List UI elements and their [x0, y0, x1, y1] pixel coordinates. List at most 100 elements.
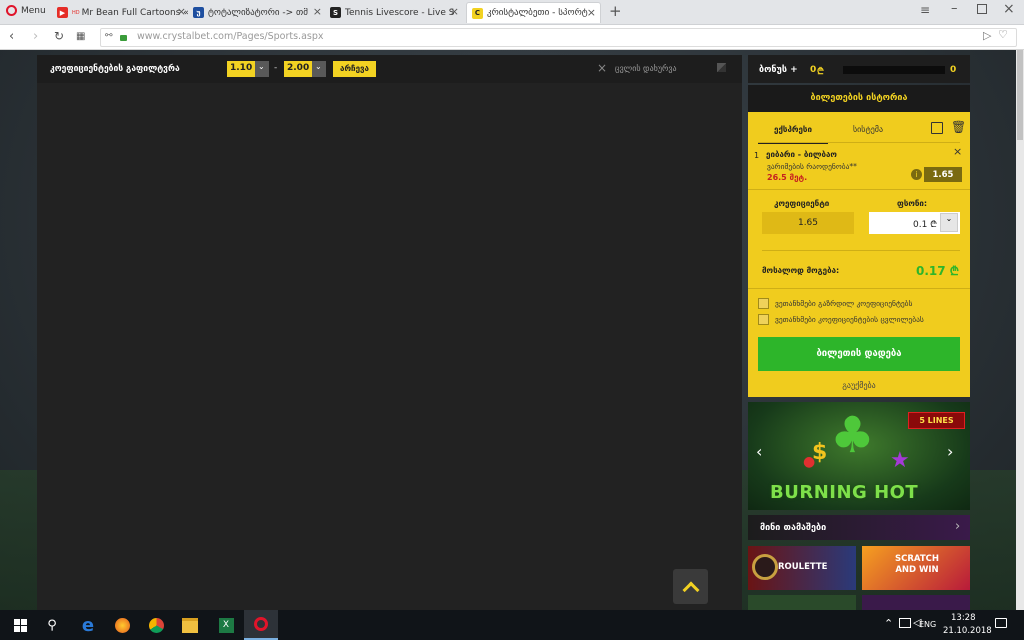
max-odds-select[interactable]: 2.00 ⌄ — [284, 61, 326, 77]
edge-icon[interactable]: e — [78, 615, 98, 636]
reload-icon[interactable]: ↻ — [54, 29, 64, 43]
minimize-icon[interactable]: – — [951, 1, 958, 16]
stake-input[interactable]: 0.1 ₾ ⌄ — [869, 212, 960, 234]
chevron-down-icon: ⌄ — [258, 62, 265, 71]
info-icon[interactable]: i — [911, 169, 922, 180]
tab-system-label: სისტემა — [852, 125, 884, 134]
remove-bet-icon[interactable]: × — [953, 145, 962, 158]
back-icon[interactable]: ‹ — [9, 29, 14, 44]
youtube-icon: ▶ — [57, 7, 68, 18]
opera-icon — [254, 617, 268, 631]
min-odds-value: 1.10 — [230, 63, 253, 73]
excel-icon[interactable]: X — [216, 615, 236, 635]
tray-chevron-icon[interactable]: ⌃ — [884, 617, 893, 630]
clear-filter-label[interactable]: ცვლის დახურვა — [615, 64, 677, 73]
tab-crystalbet-active[interactable]: C კრისტალბეთი - სპორტ × — [466, 2, 601, 23]
chevron-down-icon[interactable]: ⌄ — [940, 213, 958, 232]
checkbox-box[interactable] — [758, 314, 769, 325]
forward-icon[interactable]: › — [33, 29, 38, 44]
page-scrollbar[interactable] — [1016, 50, 1024, 610]
stake-label: ფსონი: — [897, 199, 928, 208]
tab-menu-icon[interactable]: ≡ — [920, 3, 930, 17]
coefficient-value: 1.65 — [797, 218, 819, 228]
chevron-up-icon — [682, 581, 699, 598]
roulette-tile[interactable]: ROULETTE — [748, 546, 856, 590]
tab-title: Tennis Livescore - Live Sco — [345, 7, 455, 18]
new-tab-button[interactable]: + — [609, 2, 622, 20]
collapse-icon[interactable] — [717, 63, 726, 72]
bookmark-heart-icon[interactable]: ♡ — [998, 28, 1008, 41]
grid-icon[interactable]: ▦ — [76, 31, 85, 42]
file-explorer-icon[interactable] — [180, 615, 200, 635]
slide-prev-icon[interactable]: ‹ — [756, 442, 762, 461]
burning-hot-banner[interactable]: 5 LINES ♣ ● $ ★ ‹ › BURNING HOT — [748, 402, 970, 510]
accept-odds-change-checkbox[interactable]: ვეთანხმები კოეფიციენტების ცვლილებას — [758, 314, 924, 325]
notifications-icon[interactable] — [995, 618, 1007, 628]
scroll-top-button[interactable] — [673, 569, 708, 604]
payout-value: 0.17 ₾ — [916, 264, 960, 278]
trash-icon[interactable]: 🗑 — [951, 120, 966, 134]
star-icon: ★ — [890, 448, 910, 473]
checkbox-box[interactable] — [758, 298, 769, 309]
close-icon[interactable]: × — [313, 5, 322, 18]
url-field[interactable]: ⚯ www.crystalbet.com/Pages/Sports.aspx ▷… — [100, 28, 1017, 47]
bet-item: 1 ეიბარი - ბილბაო ვარიმების რაოდენობა** … — [748, 145, 970, 187]
mini-game-tile[interactable] — [748, 595, 856, 610]
send-icon[interactable]: ▷ — [983, 29, 991, 42]
min-odds-select[interactable]: 1.10 ⌄ — [227, 61, 269, 77]
opera-menu-button[interactable]: Menu — [6, 5, 46, 16]
checkbox-label: ვეთანხმები კოეფიციენტების ცვლილებას — [775, 315, 924, 324]
game-title: BURNING HOT — [770, 482, 919, 503]
bonus-progress-bar — [843, 66, 945, 74]
tab-system[interactable]: სისტემა — [833, 122, 903, 142]
max-odds-value: 2.00 — [287, 63, 310, 73]
windows-start-icon[interactable] — [10, 615, 30, 635]
mini-game-tile[interactable] — [862, 595, 970, 610]
close-icon[interactable]: × — [450, 5, 459, 18]
clear-betslip-label: გაუქმება — [842, 381, 876, 390]
bonus-value: 0 — [810, 65, 817, 75]
clock-date[interactable]: 21.10.2018 — [943, 626, 992, 636]
firefox-icon[interactable] — [112, 615, 132, 635]
scratch-label: SCRATCH AND WIN — [895, 554, 939, 575]
tab-mr-bean[interactable]: ▶ HD Mr Bean Full Cartoons « × — [57, 2, 190, 23]
language-indicator[interactable]: ENG — [919, 620, 936, 629]
lines-badge-label: 5 LINES — [919, 416, 954, 425]
network-icon[interactable] — [899, 618, 911, 628]
site-info-icon[interactable]: ⚯ — [105, 31, 113, 41]
search-icon[interactable]: ⚲ — [42, 615, 62, 635]
mini-games-header[interactable]: მინი თამაშები › — [748, 515, 970, 540]
opera-logo-icon — [6, 5, 17, 16]
hd-badge: HD — [72, 9, 80, 16]
close-icon[interactable]: × — [597, 61, 607, 75]
range-dash: - — [274, 63, 278, 73]
slide-next-icon[interactable]: › — [947, 442, 953, 461]
dollar-icon: $ — [812, 440, 828, 465]
tab-livescore[interactable]: S Tennis Livescore - Live Sco × — [330, 2, 463, 23]
bet-odds: 1.65 — [932, 170, 954, 180]
tab-totalizator[interactable]: უ ტოტალიზატორი -> თმ × — [193, 2, 326, 23]
apply-filter-button[interactable]: არჩევა — [333, 61, 376, 77]
close-icon[interactable]: × — [587, 6, 596, 19]
scrollbar-thumb[interactable] — [1017, 50, 1023, 140]
restore-icon[interactable] — [977, 4, 987, 14]
bet-history-header[interactable]: ბილეთების ისტორია — [748, 85, 970, 112]
url-text[interactable]: www.crystalbet.com/Pages/Sports.aspx — [137, 31, 324, 42]
close-icon[interactable]: × — [177, 5, 186, 18]
save-icon[interactable] — [931, 122, 943, 134]
address-bar: ‹ › ↻ ▦ ⚯ www.crystalbet.com/Pages/Sport… — [0, 25, 1024, 50]
place-bet-button[interactable]: ბილეთის დადება — [758, 337, 960, 371]
clear-betslip-link[interactable]: გაუქმება — [748, 378, 970, 391]
opera-taskbar-button[interactable] — [244, 610, 278, 640]
lines-badge: 5 LINES — [908, 412, 965, 429]
lari-icon: ₾ — [817, 67, 824, 77]
windows-taskbar: ⚲ e X ⌃ ◁ ENG 13:28 21.10.2018 — [0, 610, 1024, 640]
scratch-tile[interactable]: SCRATCH AND WIN — [862, 546, 970, 590]
bonus-label: ბონუს + — [759, 65, 798, 75]
roulette-label: ROULETTE — [778, 562, 828, 572]
tab-express[interactable]: ექსპრესი — [758, 122, 828, 144]
accept-increased-odds-checkbox[interactable]: ვეთანხმები გაზრდილ კოეფიციენტებს — [758, 298, 912, 309]
clock-time[interactable]: 13:28 — [951, 613, 976, 623]
chrome-icon[interactable] — [146, 615, 166, 635]
close-window-icon[interactable]: × — [1003, 1, 1015, 17]
